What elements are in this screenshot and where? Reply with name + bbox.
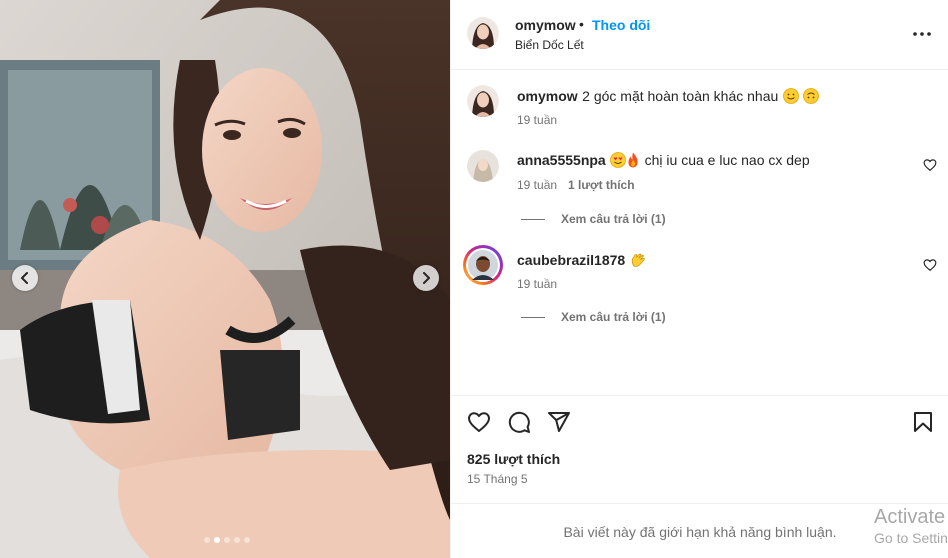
footer-divider	[451, 503, 948, 504]
smile-emoji-icon	[782, 88, 799, 104]
post-details-panel: omymow • Theo dõi Biển Dốc Lết omymow 2 …	[450, 0, 948, 558]
fire-emoji-icon	[628, 152, 638, 168]
header-separator: •	[579, 16, 584, 32]
replies-divider-line	[521, 218, 545, 220]
comment-time[interactable]: 19 tuần	[517, 178, 557, 192]
view-replies-label: Xem câu trả lời (1)	[561, 310, 666, 324]
activation-watermark: Activate Go to Settin	[874, 506, 948, 546]
comment-line: anna5555npa chị iu cua e luc nao cx dep	[517, 152, 810, 170]
share-icon[interactable]	[547, 410, 571, 434]
story-ring-gap	[466, 248, 500, 282]
comment-like-heart-icon[interactable]	[923, 158, 937, 172]
slide-dot	[203, 537, 210, 543]
caption-username[interactable]: omymow	[517, 88, 578, 104]
upside-down-face-icon	[803, 88, 820, 104]
comment-time[interactable]: 19 tuần	[517, 277, 557, 291]
heart-icon[interactable]	[467, 410, 491, 434]
caption-time[interactable]: 19 tuần	[517, 113, 557, 127]
caption-line: omymow 2 góc mặt hoàn toàn khác nhau	[517, 88, 820, 106]
chevron-left-icon	[21, 272, 28, 284]
comment-text: chị iu cua e luc nao cx dep	[644, 152, 810, 168]
slide-dot-active	[213, 537, 220, 543]
post-photo	[0, 0, 450, 558]
next-slide-button[interactable]	[413, 265, 439, 291]
previous-slide-button[interactable]	[12, 265, 38, 291]
comment-avatar	[468, 250, 498, 280]
bookmark-icon[interactable]	[911, 410, 935, 434]
heart-eyes-emoji-icon	[610, 152, 627, 168]
comment-line: caubebrazil1878	[517, 252, 646, 270]
caption-text: 2 góc mặt hoàn toàn khác nhau	[582, 88, 779, 104]
author-username[interactable]: omymow	[515, 17, 576, 33]
watermark-line1: Activate	[874, 506, 946, 528]
comment-avatar[interactable]	[467, 150, 499, 182]
comment-username[interactable]: caubebrazil1878	[517, 252, 625, 268]
more-horizontal-icon[interactable]	[911, 23, 933, 45]
slide-indicator	[0, 537, 450, 543]
clapping-hands-emoji-icon	[631, 253, 645, 267]
view-replies-button[interactable]: Xem câu trả lời (1)	[521, 212, 666, 226]
view-replies-label: Xem câu trả lời (1)	[561, 212, 666, 226]
post-media[interactable]	[0, 0, 450, 558]
chevron-right-icon	[423, 272, 430, 284]
author-avatar[interactable]	[467, 17, 499, 49]
replies-divider-line	[521, 316, 545, 318]
comment-like-count[interactable]: 1 lượt thích	[568, 178, 635, 192]
actions-divider	[451, 395, 948, 396]
slide-dot	[243, 537, 250, 543]
view-replies-button[interactable]: Xem câu trả lời (1)	[521, 310, 666, 324]
story-ring[interactable]	[463, 245, 503, 285]
post-location[interactable]: Biển Dốc Lết	[515, 38, 584, 52]
comment-username[interactable]: anna5555npa	[517, 152, 606, 168]
slide-dot	[223, 537, 230, 543]
like-count[interactable]: 825 lượt thích	[467, 451, 560, 467]
comment-icon[interactable]	[507, 410, 531, 434]
watermark-line2: Go to Settin	[874, 530, 948, 546]
comment-like-heart-icon[interactable]	[923, 258, 937, 272]
slide-dot	[233, 537, 240, 543]
follow-button[interactable]: Theo dõi	[592, 17, 650, 33]
post-header: omymow • Theo dõi Biển Dốc Lết	[451, 0, 948, 70]
post-date[interactable]: 15 Tháng 5	[467, 472, 528, 486]
caption-avatar[interactable]	[467, 85, 499, 117]
